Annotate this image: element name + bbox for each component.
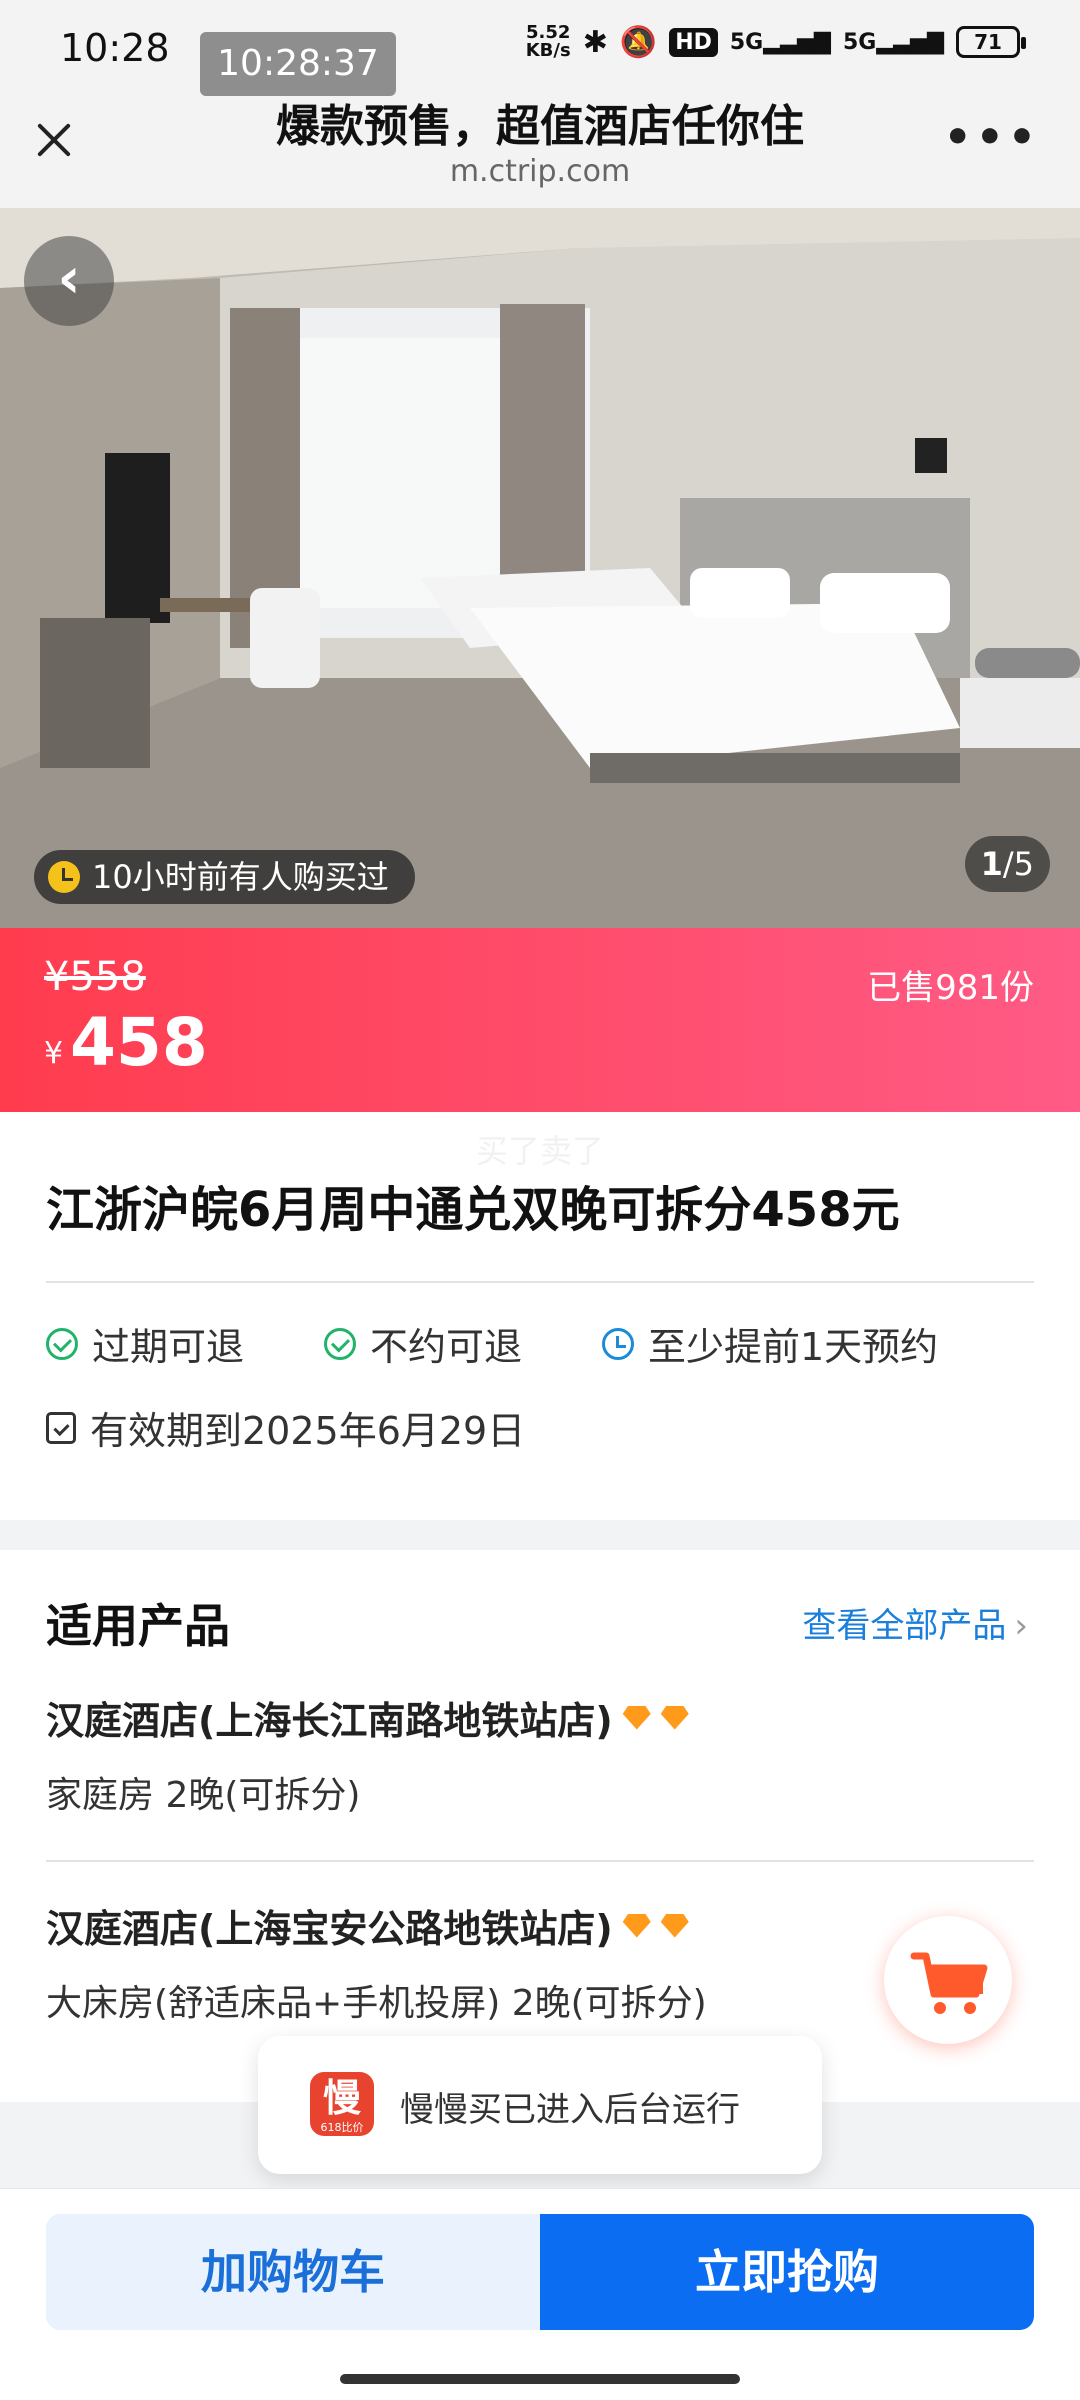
- page-url: m.ctrip.com: [449, 154, 631, 189]
- floating-cart-button[interactable]: [884, 1916, 1012, 2044]
- signal-icon-2: 5G▂▃▅▇: [842, 29, 944, 55]
- room-illustration: [0, 208, 1080, 928]
- diamond-icon: [622, 1913, 651, 1938]
- hotel-room-photo[interactable]: [0, 208, 1080, 928]
- hotel-item-name[interactable]: 汉庭酒店(上海长江南路地铁站店): [46, 1690, 689, 1745]
- original-price: ¥558: [44, 954, 146, 1000]
- shopping-cart-icon: [910, 1952, 988, 2014]
- diamond-icon: [660, 1705, 689, 1730]
- chevron-left-icon: ‹: [57, 246, 81, 311]
- diamond-icon: [660, 1913, 689, 1938]
- check-circle-icon: [46, 1327, 78, 1360]
- current-price: 458: [70, 1004, 208, 1081]
- product-title: 江浙沪皖6月周中通兑双晚可拆分458元: [46, 1182, 900, 1238]
- chevron-right-icon: ›: [1014, 1606, 1028, 1646]
- divider: [46, 1281, 1034, 1283]
- sold-count: 已售981份: [867, 968, 1034, 1008]
- clock-icon: [602, 1327, 634, 1360]
- back-button[interactable]: ‹: [24, 236, 114, 326]
- currency-symbol: ¥: [44, 1036, 64, 1071]
- hotel-item-name[interactable]: 汉庭酒店(上海宝安公路地铁站店): [46, 1898, 689, 1953]
- tag-refund-expired: 过期可退: [46, 1316, 244, 1371]
- screen-record-time: 10:28:37: [200, 32, 396, 96]
- add-to-cart-button[interactable]: 加购物车: [46, 2214, 540, 2330]
- status-icons: 5.52 KB/s ✱ 🔕 HD 5G▂▃▅▇ 5G▂▃▅▇ 71: [525, 22, 1026, 61]
- manmanmai-logo: 慢 618比价: [310, 2072, 374, 2136]
- page-title: 爆款预售，超值酒店任你住: [276, 101, 804, 152]
- home-indicator[interactable]: [340, 2374, 740, 2384]
- hotel-item-room: 大床房(舒适床品+手机投屏) 2晚(可拆分): [46, 1983, 707, 2024]
- close-icon[interactable]: [28, 112, 84, 168]
- more-options-icon[interactable]: •••: [944, 116, 1040, 160]
- section-title: 适用产品: [46, 1599, 230, 1653]
- view-all-products-link[interactable]: 查看全部产品 ›: [802, 1598, 1028, 1647]
- toast-text: 慢慢买已进入后台运行: [400, 2090, 740, 2130]
- signal-icon: 5G▂▃▅▇: [729, 29, 831, 55]
- tag-advance-booking: 至少提前1天预约: [602, 1316, 938, 1371]
- hotel-item-room: 家庭房 2晚(可拆分): [46, 1775, 361, 1816]
- diamond-icon: [622, 1705, 651, 1730]
- tag-refund-unbooked: 不约可退: [324, 1316, 522, 1371]
- validity-date: 有效期到2025年6月29日: [46, 1400, 525, 1455]
- status-time: 10:28: [60, 26, 170, 70]
- clock-icon: [48, 861, 80, 893]
- hd-icon: HD: [669, 27, 718, 57]
- buy-now-button[interactable]: 立即抢购: [540, 2214, 1034, 2330]
- watermark-text: 买了卖了: [475, 1132, 604, 1170]
- battery-icon: 71: [956, 26, 1026, 58]
- net-speed: 5.52 KB/s: [525, 22, 571, 61]
- calendar-check-icon: [46, 1411, 76, 1444]
- bluetooth-icon: ✱: [582, 24, 608, 60]
- divider: [46, 1860, 1034, 1862]
- check-circle-icon: [324, 1327, 356, 1360]
- recent-purchase-text: 10小时前有人购买过: [92, 858, 389, 896]
- recent-purchase-chip: 10小时前有人购买过: [34, 850, 415, 904]
- gallery-counter: 1/5: [964, 836, 1050, 892]
- mute-icon: 🔕: [619, 24, 658, 60]
